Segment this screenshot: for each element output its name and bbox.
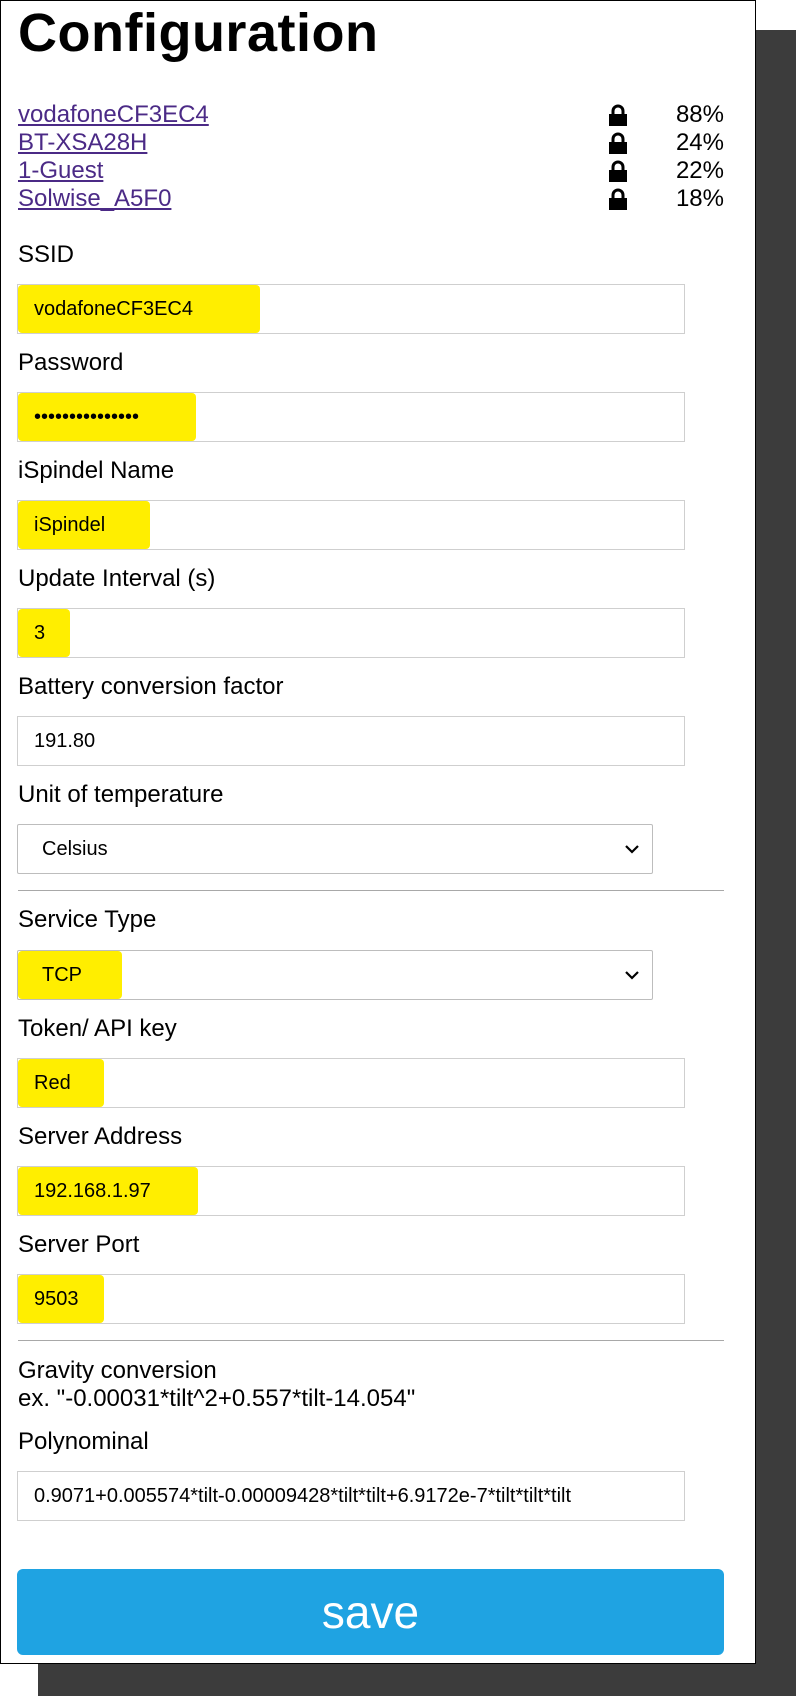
server-address-label: Server Address bbox=[18, 1123, 183, 1150]
signal-strength: 88% bbox=[675, 101, 724, 128]
ssid-value: vodafoneCF3EC4 bbox=[34, 298, 193, 320]
network-link[interactable]: Solwise_A5F0 bbox=[18, 185, 171, 213]
server-address-field[interactable]: 192.168.1.97 bbox=[17, 1166, 685, 1216]
lock-icon bbox=[609, 132, 627, 154]
signal-strength: 24% bbox=[675, 129, 724, 156]
password-field[interactable]: ••••••••••••••• bbox=[17, 392, 685, 442]
network-row: BT-XSA28H 24% bbox=[18, 129, 724, 157]
service-type-label: Service Type bbox=[18, 906, 157, 933]
name-field[interactable]: iSpindel bbox=[17, 500, 685, 550]
password-value: ••••••••••••••• bbox=[34, 406, 140, 428]
temp-unit-value: Celsius bbox=[42, 838, 108, 860]
password-label: Password bbox=[18, 349, 124, 376]
chevron-down-icon bbox=[625, 845, 639, 854]
signal-strength: 22% bbox=[675, 157, 724, 184]
server-port-value: 9503 bbox=[34, 1288, 79, 1310]
temp-unit-select[interactable]: Celsius bbox=[17, 824, 653, 874]
service-type-select[interactable]: TCP bbox=[17, 950, 653, 1000]
config-panel: Configuration vodafoneCF3EC4 88% BT-XSA2… bbox=[0, 0, 756, 1664]
token-label: Token/ API key bbox=[18, 1015, 177, 1042]
ssid-label: SSID bbox=[18, 241, 75, 268]
polynomial-value: 0.9071+0.005574*tilt-0.00009428*tilt*til… bbox=[34, 1485, 572, 1507]
server-port-label: Server Port bbox=[18, 1231, 140, 1258]
network-link[interactable]: vodafoneCF3EC4 bbox=[18, 101, 209, 129]
chevron-down-icon bbox=[625, 971, 639, 980]
interval-field[interactable]: 3 bbox=[17, 608, 685, 658]
token-value: Red bbox=[34, 1072, 71, 1094]
battery-value: 191.80 bbox=[34, 730, 96, 752]
page-title: Configuration bbox=[18, 3, 379, 63]
section-divider bbox=[18, 1340, 724, 1341]
ssid-field[interactable]: vodafoneCF3EC4 bbox=[17, 284, 685, 334]
service-type-value: TCP bbox=[42, 964, 82, 986]
network-row: vodafoneCF3EC4 88% bbox=[18, 101, 724, 129]
network-link[interactable]: 1-Guest bbox=[18, 157, 103, 185]
battery-field[interactable]: 191.80 bbox=[17, 716, 685, 766]
lock-icon bbox=[609, 160, 627, 182]
network-row: Solwise_A5F0 18% bbox=[18, 185, 724, 213]
network-link[interactable]: BT-XSA28H bbox=[18, 129, 147, 157]
signal-strength: 18% bbox=[675, 185, 724, 212]
lock-icon bbox=[609, 104, 627, 126]
gravity-label: Gravity conversion bbox=[18, 1357, 217, 1384]
polynomial-field[interactable]: 0.9071+0.005574*tilt-0.00009428*tilt*til… bbox=[17, 1471, 685, 1521]
lock-icon bbox=[609, 188, 627, 210]
name-value: iSpindel bbox=[34, 514, 106, 536]
server-port-field[interactable]: 9503 bbox=[17, 1274, 685, 1324]
polynomial-label: Polynominal bbox=[18, 1428, 149, 1455]
name-label: iSpindel Name bbox=[18, 457, 175, 484]
save-button[interactable]: save bbox=[17, 1569, 724, 1655]
server-address-value: 192.168.1.97 bbox=[34, 1180, 151, 1202]
temp-unit-label: Unit of temperature bbox=[18, 781, 224, 808]
token-field[interactable]: Red bbox=[17, 1058, 685, 1108]
network-row: 1-Guest 22% bbox=[18, 157, 724, 185]
gravity-example: ex. "-0.00031*tilt^2+0.557*tilt-14.054" bbox=[18, 1385, 416, 1412]
interval-label: Update Interval (s) bbox=[18, 565, 216, 592]
interval-value: 3 bbox=[34, 622, 46, 644]
section-divider bbox=[18, 890, 724, 891]
battery-label: Battery conversion factor bbox=[18, 673, 284, 700]
